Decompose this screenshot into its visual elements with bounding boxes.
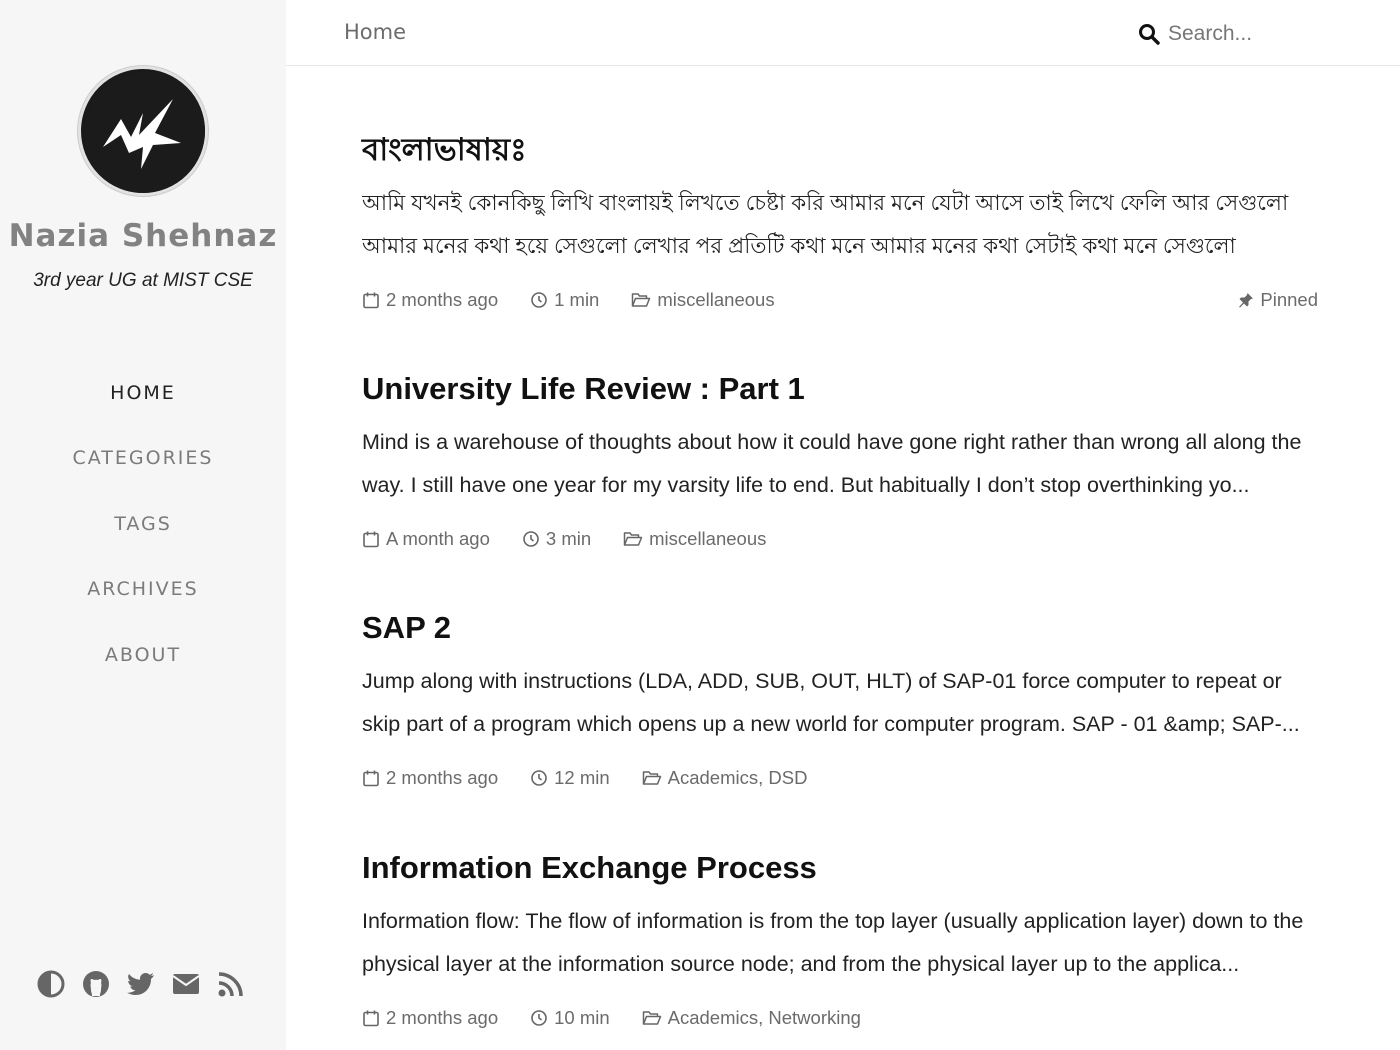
post-date-text: 2 months ago: [386, 289, 499, 310]
breadcrumb[interactable]: Home: [344, 20, 406, 44]
pinned-badge: Pinned: [1238, 289, 1318, 311]
theme-toggle-icon[interactable]: [36, 969, 66, 999]
post-read-time: 10 min: [530, 1007, 610, 1029]
sidebar-bottom-links: [36, 964, 256, 1004]
post-read-time: 12 min: [530, 767, 610, 789]
calendar-icon: [363, 770, 379, 787]
email-icon[interactable]: [171, 969, 201, 999]
post-date: 2 months ago: [362, 767, 498, 789]
post-title[interactable]: University Life Review : Part 1: [362, 369, 1318, 409]
post-item: University Life Review : Part 1 Mind is …: [362, 369, 1318, 551]
post-meta: A month ago 3 min miscellaneous: [362, 527, 1318, 551]
post-date: 2 months ago: [362, 1007, 498, 1029]
post-excerpt: Mind is a warehouse of thoughts about ho…: [362, 430, 1302, 497]
post-date: 2 months ago: [362, 289, 498, 311]
post-categories: miscellaneous: [623, 528, 766, 550]
post-meta: 2 months ago 1 min miscellaneous Pinned: [362, 288, 1318, 312]
folder-open-icon: [642, 771, 661, 785]
post-title[interactable]: SAP 2: [362, 608, 1318, 648]
search-box: [1138, 18, 1368, 50]
post-date-text: 2 months ago: [386, 1007, 499, 1028]
calendar-icon: [363, 1010, 379, 1027]
nav-item-tags[interactable]: TAGS: [0, 491, 286, 557]
nav-item-home[interactable]: HOME: [0, 360, 286, 426]
post-excerpt: Information flow: The flow of informatio…: [362, 909, 1304, 976]
post-excerpt: আমি যখনই কোনকিছু লিখি বাংলায়ই লিখতে চেষ…: [362, 191, 1289, 258]
clock-icon: [531, 770, 547, 786]
post-item: বাংলাভাষায়ঃ আমি যখনই কোনকিছু লিখি বাংলা…: [362, 130, 1318, 312]
github-icon[interactable]: [81, 969, 111, 999]
post-title[interactable]: বাংলাভাষায়ঃ: [362, 130, 1318, 170]
clock-icon: [531, 1010, 547, 1026]
search-icon[interactable]: [1138, 23, 1160, 45]
post-read-time-text: 10 min: [554, 1007, 610, 1028]
post-categories-link[interactable]: miscellaneous: [657, 289, 774, 311]
folder-open-icon: [642, 1011, 661, 1025]
avatar[interactable]: [78, 66, 208, 196]
post-read-time: 1 min: [530, 289, 599, 311]
calendar-icon: [363, 292, 379, 309]
avatar-logo-icon: [84, 72, 205, 193]
post-date: A month ago: [362, 528, 490, 550]
post-title[interactable]: Information Exchange Process: [362, 848, 1318, 888]
post-categories: Academics, Networking: [642, 1007, 861, 1029]
pinned-label: Pinned: [1260, 289, 1318, 310]
pin-icon: [1239, 293, 1254, 308]
post-categories-link[interactable]: miscellaneous: [649, 528, 766, 550]
calendar-icon: [363, 531, 379, 548]
search-input[interactable]: [1168, 22, 1358, 46]
post-categories-link[interactable]: Academics, Networking: [668, 1007, 861, 1029]
folder-open-icon: [632, 293, 651, 307]
rss-icon[interactable]: [216, 969, 246, 999]
post-excerpt: Jump along with instructions (LDA, ADD, …: [362, 669, 1300, 736]
clock-icon: [531, 292, 547, 308]
topbar: Home: [286, 0, 1400, 66]
post-read-time: 3 min: [522, 528, 591, 550]
sidebar-nav: HOME CATEGORIES TAGS ARCHIVES ABOUT: [0, 360, 286, 688]
post-date-text: A month ago: [386, 528, 490, 549]
post-meta: 2 months ago 12 min Academics, DSD: [362, 766, 1318, 790]
post-meta: 2 months ago 10 min Academics, Networkin…: [362, 1006, 1318, 1030]
nav-item-about[interactable]: ABOUT: [0, 622, 286, 688]
site-subtitle: 3rd year UG at MIST CSE: [33, 270, 253, 291]
post-categories-link[interactable]: Academics, DSD: [668, 767, 808, 789]
nav-item-categories[interactable]: CATEGORIES: [0, 426, 286, 492]
post-date-text: 2 months ago: [386, 767, 499, 788]
post-read-time-text: 12 min: [554, 767, 610, 788]
post-item: Information Exchange Process Information…: [362, 848, 1318, 1030]
post-categories: miscellaneous: [631, 289, 775, 311]
clock-icon: [523, 531, 539, 547]
post-read-time-text: 1 min: [554, 289, 600, 310]
twitter-icon[interactable]: [126, 969, 156, 999]
post-read-time-text: 3 min: [545, 528, 592, 549]
folder-open-icon: [623, 532, 643, 546]
sidebar: Nazia Shehnaz 3rd year UG at MIST CSE HO…: [0, 0, 286, 1050]
nav-item-archives[interactable]: ARCHIVES: [0, 557, 286, 623]
site-title[interactable]: Nazia Shehnaz: [0, 218, 286, 254]
post-categories: Academics, DSD: [642, 767, 808, 789]
post-item: SAP 2 Jump along with instructions (LDA,…: [362, 608, 1318, 790]
